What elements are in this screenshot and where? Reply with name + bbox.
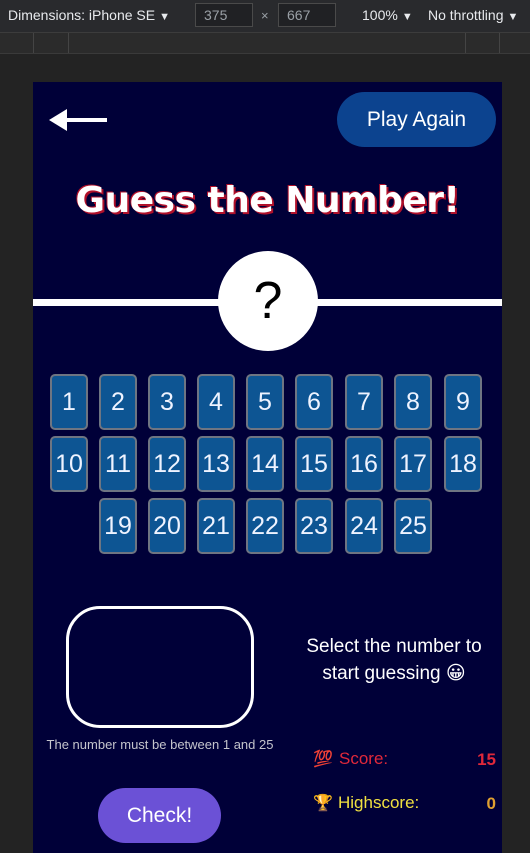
number-tile[interactable]: 15	[295, 436, 333, 492]
throttle-label: No throttling	[428, 7, 504, 23]
chevron-down-icon: ▼	[507, 11, 519, 23]
number-tile[interactable]: 4	[197, 374, 235, 430]
score-value: 15	[477, 750, 496, 769]
number-tile[interactable]: 12	[148, 436, 186, 492]
arrow-left-icon	[49, 109, 107, 131]
highscore-value: 0	[486, 794, 496, 813]
number-tile[interactable]: 11	[99, 436, 137, 492]
number-tile[interactable]: 16	[345, 436, 383, 492]
trophy-icon: 🏆	[313, 795, 333, 812]
number-tile[interactable]: 14	[246, 436, 284, 492]
chevron-down-icon: ▼	[159, 11, 170, 23]
zoom-label: 100%	[362, 7, 398, 23]
number-tile[interactable]: 6	[295, 374, 333, 430]
number-tile[interactable]: 10	[50, 436, 88, 492]
number-tile[interactable]: 17	[394, 436, 432, 492]
throttle-dropdown[interactable]: No throttling ▼	[428, 7, 518, 23]
media-query-ruler	[0, 33, 530, 54]
times-icon: ×	[261, 8, 269, 23]
number-tile[interactable]: 5	[246, 374, 284, 430]
width-input[interactable]: 375	[195, 3, 253, 27]
number-tile[interactable]: 2	[99, 374, 137, 430]
guess-display-box[interactable]	[66, 606, 254, 728]
zoom-dropdown[interactable]: 100% ▼	[362, 7, 413, 23]
ruler-segment	[33, 33, 34, 53]
mystery-number: ?	[218, 251, 318, 351]
dimensions-label: Dimensions: iPhone SE	[8, 7, 156, 23]
play-again-button[interactable]: Play Again	[337, 92, 496, 147]
devtools-toolbar: Dimensions: iPhone SE ▼ 375 × 667 100% ▼ N…	[0, 0, 530, 33]
number-tile[interactable]: 18	[444, 436, 482, 492]
page-title: Guess the Number!	[75, 180, 460, 221]
range-hint: The number must be between 1 and 25	[46, 737, 274, 752]
number-tile[interactable]: 7	[345, 374, 383, 430]
number-tile[interactable]: 25	[394, 498, 432, 554]
number-tile[interactable]: 8	[394, 374, 432, 430]
number-row: 1 2 3 4 5 6 7 8 9	[33, 374, 502, 432]
number-tile[interactable]: 1	[50, 374, 88, 430]
status-message: Select the number to start guessing 😀	[306, 636, 482, 684]
back-button[interactable]	[47, 106, 109, 134]
highscore-label: Highscore:	[338, 793, 420, 812]
number-tile[interactable]: 21	[197, 498, 235, 554]
number-tile[interactable]: 20	[148, 498, 186, 554]
number-tile[interactable]: 13	[197, 436, 235, 492]
check-button[interactable]: Check!	[98, 788, 221, 843]
number-tile[interactable]: 19	[99, 498, 137, 554]
hundred-points-icon: 💯	[313, 751, 333, 768]
score-label: Score:	[339, 749, 389, 768]
number-tile[interactable]: 3	[148, 374, 186, 430]
game-app: Play Again Guess the Number! ? 1 2 3 4 5…	[33, 82, 502, 853]
dimensions-dropdown[interactable]: Dimensions: iPhone SE ▼	[8, 7, 170, 23]
ruler-segment	[499, 33, 500, 53]
ruler-segment	[68, 33, 69, 53]
ruler-segment	[465, 33, 466, 53]
number-tile[interactable]: 24	[345, 498, 383, 554]
number-tile[interactable]: 23	[295, 498, 333, 554]
height-input[interactable]: 667	[278, 3, 336, 27]
number-tile[interactable]: 9	[444, 374, 482, 430]
number-tile[interactable]: 22	[246, 498, 284, 554]
number-row: 19 20 21 22 23 24 25	[33, 498, 502, 556]
number-row: 10 11 12 13 14 15 16 17 18	[33, 436, 502, 494]
chevron-down-icon: ▼	[401, 11, 413, 23]
